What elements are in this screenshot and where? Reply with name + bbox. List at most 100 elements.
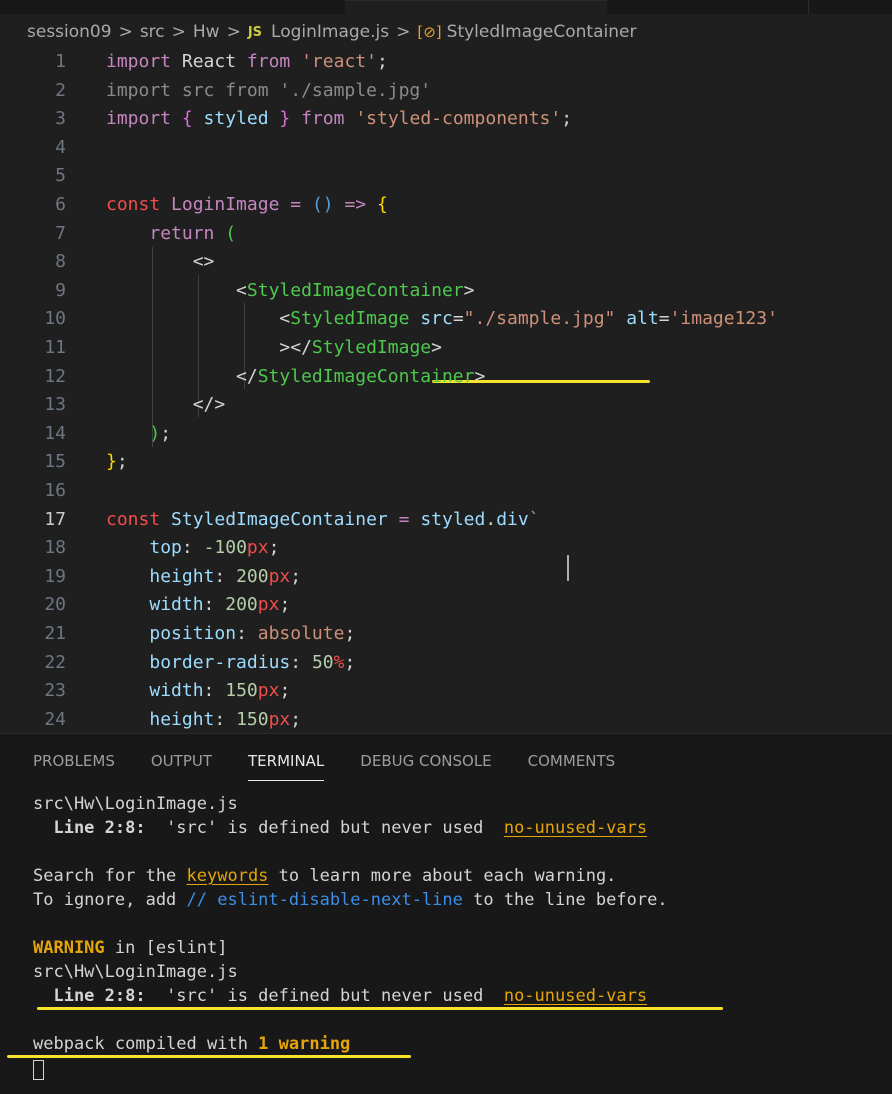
code-token: < [106, 279, 247, 301]
code-token: ; [268, 537, 280, 559]
line-number: 24 [44, 708, 66, 730]
code-line[interactable]: 5 [0, 162, 892, 190]
code-token: : [203, 680, 226, 702]
code-token: return [149, 222, 215, 244]
code-line[interactable]: 3 import { styled } from 'styled-componen… [0, 105, 892, 133]
code-token: ; [116, 451, 128, 473]
code-token: src [420, 308, 453, 330]
terminal-text: to the line before. [462, 890, 668, 910]
line-number: 10 [44, 308, 66, 330]
breadcrumb-item-session09[interactable]: session09 [27, 22, 112, 42]
code-token: => [344, 194, 367, 215]
code-token: ; [344, 623, 356, 644]
terminal-line: WARNING in [eslint] [33, 936, 227, 960]
code-line[interactable]: 21 position: absolute; [0, 620, 892, 648]
code-token: ; [290, 708, 302, 730]
code-token: 50 [311, 651, 334, 673]
code-line[interactable]: 22 border-radius: 50%; [0, 649, 892, 677]
chevron-right-icon: > [118, 22, 133, 42]
terminal-link[interactable]: keywords [187, 866, 269, 886]
code-text: import React from 'react'; [106, 48, 388, 76]
code-line[interactable]: 13 </> [0, 391, 892, 419]
tab-problems[interactable]: PROBLEMS [33, 752, 115, 780]
line-number: 12 [44, 365, 66, 387]
code-text: width: 150px; [106, 677, 290, 705]
code-line[interactable]: 16 [0, 477, 892, 505]
breadcrumb-item-src[interactable]: src [140, 22, 165, 42]
code-line[interactable]: 10 <StyledImage src="./sample.jpg" alt='… [0, 305, 892, 333]
chevron-right-icon: > [396, 22, 411, 42]
code-token: : [214, 565, 237, 587]
code-token: StyledImageContainer [246, 279, 464, 301]
tab-debug-console[interactable]: DEBUG CONSOLE [360, 752, 491, 780]
code-token: ; [561, 108, 573, 130]
code-token: % [333, 651, 345, 673]
code-token: absolute [257, 623, 345, 644]
code-text: <StyledImage src="./sample.jpg" alt='ima… [106, 305, 778, 333]
code-token: = [290, 194, 302, 215]
line-number: 1 [55, 51, 66, 72]
code-line[interactable]: 19 height: 200px; [0, 563, 892, 591]
code-text: }; [106, 448, 128, 476]
chevron-right-icon: > [226, 22, 241, 42]
code-line[interactable]: 7 return ( [0, 220, 892, 248]
terminal-line: webpack compiled with 1 warning [33, 1032, 350, 1056]
code-token: : [181, 537, 204, 559]
line-number: 9 [55, 279, 66, 301]
tab-terminal[interactable]: TERMINAL [248, 752, 325, 781]
terminal-link[interactable]: no-unused-vars [504, 986, 647, 1006]
tab-comments[interactable]: COMMENTS [528, 752, 616, 780]
line-number: 6 [55, 194, 66, 215]
highlight-underline [7, 1055, 411, 1058]
code-token: : [203, 594, 226, 616]
line-number: 18 [44, 537, 66, 559]
code-text: </> [106, 391, 226, 419]
code-token: ; [376, 51, 388, 72]
code-token: ) [149, 422, 161, 444]
code-line[interactable]: 8 <> [0, 248, 892, 276]
code-token: : [236, 623, 258, 644]
code-line[interactable]: 20 width: 200px; [0, 591, 892, 619]
code-line[interactable]: 4 [0, 134, 892, 162]
code-line[interactable]: 1 import React from 'react'; [0, 48, 892, 76]
code-token: > [431, 337, 442, 358]
tab-output[interactable]: OUTPUT [151, 752, 212, 780]
terminal-link[interactable]: no-unused-vars [504, 818, 647, 838]
code-editor[interactable]: 1 import React from 'react'; 2 import src f… [0, 48, 892, 732]
code-line[interactable]: 6 const LoginImage = () => { [0, 191, 892, 219]
code-line[interactable]: 14 ); [0, 420, 892, 448]
code-token: StyledImageContainer [257, 365, 475, 387]
editor-tab-active[interactable] [345, 0, 607, 15]
code-token: StyledImageContainer [171, 508, 388, 530]
breadcrumb-item-symbol[interactable]: StyledImageContainer [447, 22, 637, 42]
code-line[interactable]: 15}; [0, 448, 892, 476]
breadcrumb-item-file[interactable]: LoginImage.js [271, 22, 389, 42]
code-token: } [279, 108, 291, 130]
code-text: height: 150px; [106, 706, 301, 732]
code-token: > [463, 279, 475, 301]
line-number: 4 [55, 136, 66, 158]
code-line[interactable]: 18 top: -100px; [0, 534, 892, 562]
code-token: border-radius [149, 651, 291, 673]
code-line[interactable]: 11 ></StyledImage> [0, 334, 892, 362]
code-token: div [496, 508, 529, 530]
terminal-text: to learn more about each warning. [268, 866, 617, 886]
code-line[interactable]: 9 <StyledImageContainer> [0, 277, 892, 305]
code-line[interactable]: 23 width: 150px; [0, 677, 892, 705]
code-line[interactable]: 2 import src from './sample.jpg' [0, 77, 892, 105]
code-token: { [181, 108, 193, 130]
code-line[interactable]: 17 const StyledImageContainer = styled.di… [0, 506, 892, 534]
terminal-text: in [eslint] [104, 938, 228, 958]
line-number: 21 [44, 623, 66, 644]
code-text: border-radius: 50%; [106, 649, 355, 677]
code-text: return ( [106, 220, 236, 248]
code-text: import src from './sample.jpg' [106, 77, 431, 105]
code-line[interactable]: 24 height: 150px; [0, 706, 892, 732]
code-line[interactable]: 12 </StyledImageContainer> [0, 363, 892, 391]
code-token: 150 [236, 708, 269, 730]
breadcrumb-item-hw[interactable]: Hw [193, 22, 220, 42]
line-number: 17 [44, 508, 66, 530]
terminal-text: // eslint-disable-next-line [186, 890, 463, 910]
